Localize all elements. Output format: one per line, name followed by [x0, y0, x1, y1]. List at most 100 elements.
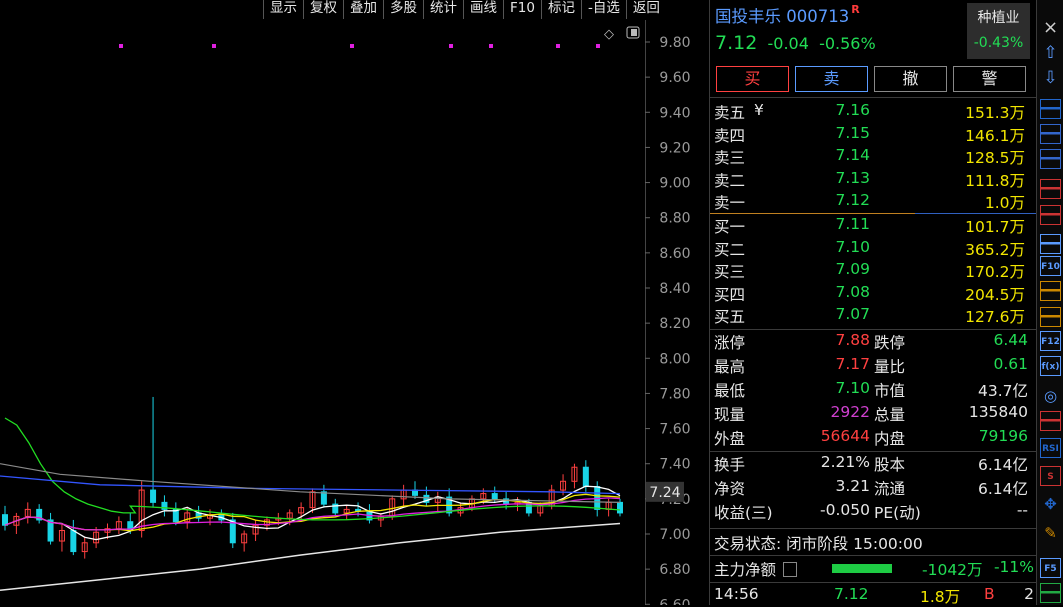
toolbar-button[interactable]: -自选 — [580, 0, 626, 19]
margin-flag: R — [851, 3, 860, 16]
ask-row[interactable]: 卖三 7.14 128.5万 — [710, 146, 1030, 168]
last-price-tag-label: 7.24 — [649, 485, 680, 501]
ask-row[interactable]: 卖四 7.15 146.1万 — [710, 124, 1030, 146]
chart-icon[interactable] — [1040, 99, 1061, 119]
pencil-icon[interactable]: ✎ — [1040, 523, 1061, 543]
candlestick-chart[interactable]: 9.80 9.60 9.40 9.20 9.00 8.80 8.60 8.40 8.20 8.00… — [0, 20, 708, 605]
list-icon[interactable] — [1040, 149, 1061, 169]
f10-icon[interactable]: F10 — [1040, 256, 1061, 276]
candle-body[interactable] — [150, 489, 157, 503]
sell-button[interactable]: 卖 — [795, 66, 868, 92]
y-tick-label: 6.60 — [659, 597, 690, 605]
level-volume: 146.1万 — [965, 126, 1025, 145]
toolbar-button[interactable]: 画线 — [463, 0, 503, 19]
toolbar-button[interactable]: 多股 — [383, 0, 423, 19]
signal-marker — [556, 44, 560, 48]
stat-value: 2922 — [830, 403, 870, 421]
level-volume: 204.5万 — [965, 285, 1025, 304]
info-icon[interactable] — [1040, 281, 1061, 301]
candle-body[interactable] — [491, 493, 498, 500]
main-flow-bar — [832, 564, 892, 573]
alert-button[interactable]: 警 — [953, 66, 1026, 92]
price-change: -0.04 — [767, 34, 809, 53]
stat-value: 56644 — [820, 427, 870, 445]
move-icon[interactable]: ✥ — [1040, 494, 1061, 514]
y-tick-label: 9.00 — [659, 176, 690, 192]
y-tick-label: 8.20 — [659, 316, 690, 332]
stat-value: 3.21 — [835, 477, 870, 495]
level-volume: 101.7万 — [965, 218, 1025, 236]
rsi-icon[interactable]: RSI — [1040, 438, 1061, 458]
toolbar-button[interactable]: 显示 — [263, 0, 303, 19]
bid-row[interactable]: 买二 7.10 365.2万 — [710, 238, 1030, 260]
stat-value: -0.050 — [820, 501, 870, 519]
divider — [710, 329, 1036, 330]
f5-icon[interactable]: F5 — [1040, 558, 1061, 578]
y-tick-label: 7.00 — [659, 527, 690, 543]
industry-pct: -0.43% — [973, 35, 1024, 51]
spread-divider — [710, 213, 915, 214]
signal-marker — [489, 44, 493, 48]
toolbar-button[interactable]: 返回 — [625, 0, 666, 19]
signal-marker — [449, 44, 453, 48]
f12-icon[interactable]: F12 — [1040, 331, 1061, 351]
tick-price: 7.12 — [834, 585, 869, 603]
level-price: 7.10 — [835, 237, 870, 256]
candle-body[interactable] — [617, 501, 623, 514]
toolbar-button[interactable]: 叠加 — [343, 0, 383, 19]
stock-title[interactable]: 国投丰乐 000713 R — [715, 3, 860, 27]
yuan-mark: ¥ — [754, 101, 764, 119]
level-price: 7.13 — [835, 168, 870, 187]
stat-label: 收益(三) — [714, 504, 773, 522]
level-volume: 127.6万 — [965, 308, 1025, 326]
stat-value: 135840 — [968, 403, 1028, 421]
line-chart-icon[interactable] — [1040, 179, 1061, 199]
main-flow-label: 主力净额 — [714, 561, 777, 579]
circle-icon[interactable]: ◎ — [1040, 386, 1061, 406]
industry-badge[interactable]: 种植业 -0.43% — [967, 3, 1030, 59]
candle-icon[interactable] — [1040, 205, 1061, 225]
bid-row[interactable]: 买三 7.09 170.2万 — [710, 260, 1030, 282]
toolbar-button[interactable]: F10 — [503, 0, 541, 19]
level-volume: 170.2万 — [965, 263, 1025, 281]
ask-row[interactable]: 卖二 7.13 111.8万 — [710, 169, 1030, 191]
doc-icon[interactable] — [782, 562, 797, 577]
stat-label: 总量 — [874, 406, 906, 424]
signal-marker — [350, 44, 354, 48]
ask-row[interactable]: 卖一 7.12 1.0万 — [710, 191, 1030, 213]
arrow-up-icon[interactable]: ⇧ — [1040, 43, 1061, 63]
y-tick-label: 8.40 — [659, 281, 690, 297]
candle-body[interactable] — [582, 466, 589, 488]
bid-row[interactable]: 买五 7.07 127.6万 — [710, 305, 1030, 327]
bid-row[interactable]: 买四 7.08 204.5万 — [710, 283, 1030, 305]
candle-body[interactable] — [70, 529, 77, 553]
chart-toolbar: 显示 复权 叠加 多股 统计 画线 F10 标记 -自选 返回 — [263, 0, 666, 19]
arrow-down-icon[interactable]: ⇩ — [1040, 68, 1061, 88]
bid-row[interactable]: 买一 7.11 101.7万 — [710, 215, 1030, 237]
toolbar-button[interactable]: 统计 — [423, 0, 463, 19]
table-icon[interactable] — [1040, 124, 1061, 144]
tick-volume: 1.8万 — [920, 588, 961, 606]
divider — [710, 97, 1036, 98]
stat-value: 7.88 — [835, 331, 870, 349]
main-flow-row[interactable]: 主力净额 -1042万 -11% — [714, 558, 1034, 580]
app-icon[interactable] — [1040, 583, 1061, 603]
diamond-icon[interactable]: ◇ — [604, 27, 614, 42]
level-label: 买四 — [714, 285, 746, 304]
close-icon[interactable]: × — [1040, 18, 1061, 38]
s-icon[interactable]: S — [1040, 466, 1061, 486]
divider — [710, 555, 1036, 556]
main-flow-pct: -11% — [993, 558, 1034, 576]
wave-icon[interactable] — [1040, 411, 1061, 431]
toolbar-button[interactable]: 标记 — [540, 0, 581, 19]
fx-icon[interactable]: f(x) — [1040, 356, 1061, 376]
cancel-order-button[interactable]: 撤 — [874, 66, 947, 92]
tick-row: 14:56 7.12 1.8万 B 2 — [714, 585, 1034, 606]
candle-body[interactable] — [2, 514, 8, 526]
candle-body[interactable] — [320, 491, 327, 505]
page-icon[interactable] — [1040, 234, 1061, 254]
buy-button[interactable]: 买 — [716, 66, 789, 92]
report-icon[interactable] — [1040, 307, 1061, 327]
ask-row[interactable]: 卖五 ¥7.16 151.3万 — [710, 101, 1030, 123]
toolbar-button[interactable]: 复权 — [303, 0, 343, 19]
